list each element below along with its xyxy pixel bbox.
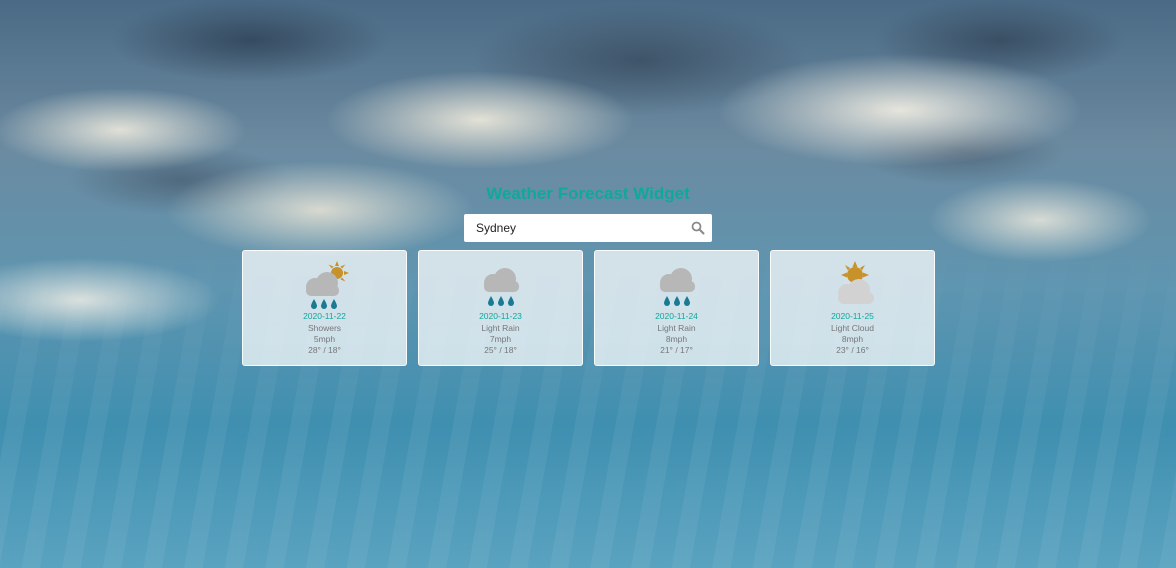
- showers-icon: [297, 259, 353, 311]
- forecast-date: 2020-11-24: [655, 311, 698, 321]
- light-rain-icon: [649, 259, 705, 311]
- forecast-card: 2020-11-25 Light Cloud 8mph 23° / 16°: [770, 250, 935, 366]
- forecast-temperatures: 21° / 17°: [595, 345, 758, 355]
- temp-separator: /: [848, 345, 857, 355]
- light-cloud-icon: [825, 259, 881, 311]
- temp-high: 25°: [484, 345, 497, 355]
- light-rain-icon: [473, 259, 529, 311]
- temp-low: 16°: [856, 345, 869, 355]
- forecast-card: 2020-11-22 Showers 5mph 28° / 18°: [242, 250, 407, 366]
- temp-high: 28°: [308, 345, 321, 355]
- forecast-date: 2020-11-25: [831, 311, 874, 321]
- forecast-cards: 2020-11-22 Showers 5mph 28° / 18° 2020-1…: [242, 250, 935, 366]
- forecast-card: 2020-11-23 Light Rain 7mph 25° / 18°: [418, 250, 583, 366]
- temp-separator: /: [672, 345, 681, 355]
- forecast-card: 2020-11-24 Light Rain 8mph 21° / 17°: [594, 250, 759, 366]
- forecast-description: Showers: [307, 323, 342, 333]
- forecast-description: Light Cloud: [830, 323, 874, 333]
- temp-separator: /: [320, 345, 329, 355]
- forecast-temperatures: 23° / 16°: [771, 345, 934, 355]
- forecast-date: 2020-11-23: [479, 311, 522, 321]
- forecast-temperatures: 28° / 18°: [243, 345, 406, 355]
- search-icon[interactable]: [690, 220, 706, 236]
- forecast-description: Light Rain: [481, 323, 520, 333]
- temp-high: 21°: [660, 345, 673, 355]
- temp-low: 18°: [504, 345, 517, 355]
- forecast-date: 2020-11-22: [303, 311, 346, 321]
- forecast-wind: 8mph: [841, 334, 864, 344]
- temp-high: 23°: [836, 345, 849, 355]
- temp-low: 17°: [680, 345, 693, 355]
- temp-separator: /: [496, 345, 505, 355]
- forecast-wind: 8mph: [665, 334, 688, 344]
- forecast-wind: 5mph: [313, 334, 336, 344]
- forecast-wind: 7mph: [489, 334, 512, 344]
- temp-low: 18°: [328, 345, 341, 355]
- page-title: Weather Forecast Widget: [486, 184, 690, 203]
- city-search-input[interactable]: [464, 214, 686, 242]
- forecast-description: Light Rain: [657, 323, 696, 333]
- search-bar: [464, 214, 712, 242]
- forecast-temperatures: 25° / 18°: [419, 345, 582, 355]
